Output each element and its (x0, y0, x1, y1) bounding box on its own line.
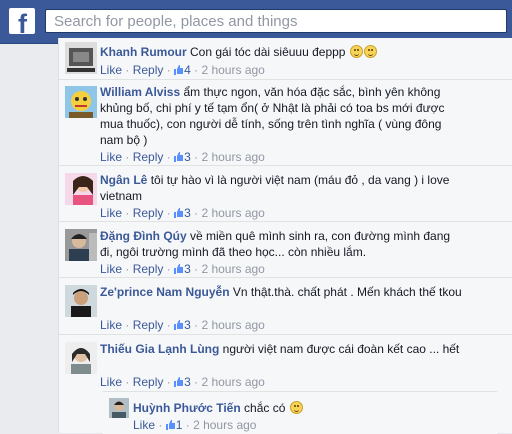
author-name[interactable]: Khanh Rumour (100, 45, 187, 59)
comment-item: Đặng Đình Qúy về miền quê mình sinh ra, … (59, 221, 512, 277)
thumbs-up-icon (174, 152, 184, 162)
comment-actions: Like · 1 · 2 hours ago (133, 418, 257, 432)
reply-link[interactable]: Reply (133, 375, 164, 389)
comment-actions: Like · Reply · 3 · 2 hours ago (100, 375, 265, 389)
smile-emoji-icon (289, 401, 303, 414)
comment-text: Thiếu Gia Lạnh Lùng người việt nam được … (100, 341, 465, 357)
thumbs-up-icon (174, 320, 184, 330)
like-count[interactable]: 3 (174, 318, 194, 332)
comment-body: người việt nam được cái đoàn kết cao ...… (222, 342, 460, 356)
facebook-logo-icon[interactable]: f (9, 8, 35, 34)
comment-body: tôi tự hào vì là người việt nam (máu đỏ … (100, 173, 450, 203)
thumbs-up-icon (174, 377, 184, 387)
thumbs-up-icon (174, 208, 184, 218)
author-name[interactable]: Ngân Lê (100, 173, 147, 187)
search-box[interactable] (45, 9, 507, 33)
thumbs-up-icon (174, 264, 184, 274)
comment-text: Đặng Đình Qúy về miền quê mình sinh ra, … (100, 228, 465, 260)
reply-link[interactable]: Reply (133, 206, 164, 220)
timestamp[interactable]: 2 hours ago (201, 63, 264, 77)
comment-body: Con gái tóc dài siêuuu đeppp (190, 45, 346, 59)
reply-link[interactable]: Reply (133, 262, 164, 276)
comment-actions: Like · Reply · 3 · 2 hours ago (100, 206, 265, 220)
comment-text: Huỳnh Phước Tiến chắc có (133, 400, 449, 416)
comment-actions: Like · Reply · 4 · 2 hours ago (100, 63, 265, 77)
comment-item: Khanh Rumour Con gái tóc dài siêuuu đepp… (59, 38, 512, 79)
comment-item: Thiếu Gia Lạnh Lùng người việt nam được … (59, 334, 512, 391)
like-link[interactable]: Like (133, 418, 155, 432)
avatar[interactable] (109, 398, 129, 418)
comment-text: William Alviss ẩm thực ngon, văn hóa đặc… (100, 84, 465, 148)
comment-actions: Like · Reply · 3 · 2 hours ago (100, 318, 265, 332)
like-count[interactable]: 1 (165, 418, 186, 432)
avatar[interactable] (65, 173, 97, 205)
avatar[interactable] (65, 42, 97, 74)
like-link[interactable]: Like (100, 206, 122, 220)
search-input[interactable] (46, 10, 506, 32)
author-name[interactable]: Huỳnh Phước Tiến (133, 401, 241, 415)
avatar[interactable] (65, 285, 97, 317)
timestamp[interactable]: 2 hours ago (201, 318, 264, 332)
like-count[interactable]: 3 (174, 262, 194, 276)
avatar[interactable] (65, 86, 97, 118)
author-name[interactable]: Đặng Đình Qúy (100, 229, 187, 243)
reply-link[interactable]: Reply (133, 318, 164, 332)
like-link[interactable]: Like (100, 150, 122, 164)
comment-item: Ngân Lê tôi tự hào vì là người việt nam … (59, 165, 512, 221)
reply-link[interactable]: Reply (133, 150, 164, 164)
like-link[interactable]: Like (100, 318, 122, 332)
author-name[interactable]: Ze'prince Nam Nguyễn (100, 285, 230, 299)
like-link[interactable]: Like (100, 262, 122, 276)
avatar[interactable] (65, 229, 97, 261)
timestamp[interactable]: 2 hours ago (201, 375, 264, 389)
comments-panel: Khanh Rumour Con gái tóc dài siêuuu đepp… (58, 38, 512, 434)
like-link[interactable]: Like (100, 63, 122, 77)
timestamp[interactable]: 2 hours ago (201, 206, 264, 220)
like-count[interactable]: 3 (174, 206, 194, 220)
timestamp[interactable]: 2 hours ago (193, 418, 256, 432)
comment-actions: Like · Reply · 3 · 2 hours ago (100, 150, 265, 164)
reply-item: Huỳnh Phước Tiến chắc có Like · 1 · 2 ho… (103, 391, 497, 434)
comment-text: Khanh Rumour Con gái tóc dài siêuuu đepp… (100, 44, 465, 60)
avatar[interactable] (65, 342, 97, 374)
thumbs-up-icon (174, 65, 184, 75)
timestamp[interactable]: 2 hours ago (201, 262, 264, 276)
comment-actions: Like · Reply · 3 · 2 hours ago (100, 262, 265, 276)
comment-item: Ze'prince Nam Nguyễn Vn thật.thà. chất p… (59, 277, 512, 334)
comment-text: Ngân Lê tôi tự hào vì là người việt nam … (100, 172, 465, 204)
comment-body: Vn thật.thà. chất phát . Mến khách thế t… (232, 285, 462, 299)
comment-text: Ze'prince Nam Nguyễn Vn thật.thà. chất p… (100, 284, 465, 300)
like-count[interactable]: 4 (174, 63, 194, 77)
thumbs-up-icon (165, 420, 175, 430)
comment-body: chắc có (244, 401, 286, 415)
reply-link[interactable]: Reply (133, 63, 164, 77)
slight-smile-emoji-icon (349, 45, 363, 58)
smile-emoji-icon (363, 45, 377, 58)
author-name[interactable]: William Alviss (100, 85, 180, 99)
like-count[interactable]: 3 (174, 375, 194, 389)
like-count[interactable]: 3 (174, 150, 194, 164)
like-link[interactable]: Like (100, 375, 122, 389)
author-name[interactable]: Thiếu Gia Lạnh Lùng (100, 342, 219, 356)
timestamp[interactable]: 2 hours ago (201, 150, 264, 164)
